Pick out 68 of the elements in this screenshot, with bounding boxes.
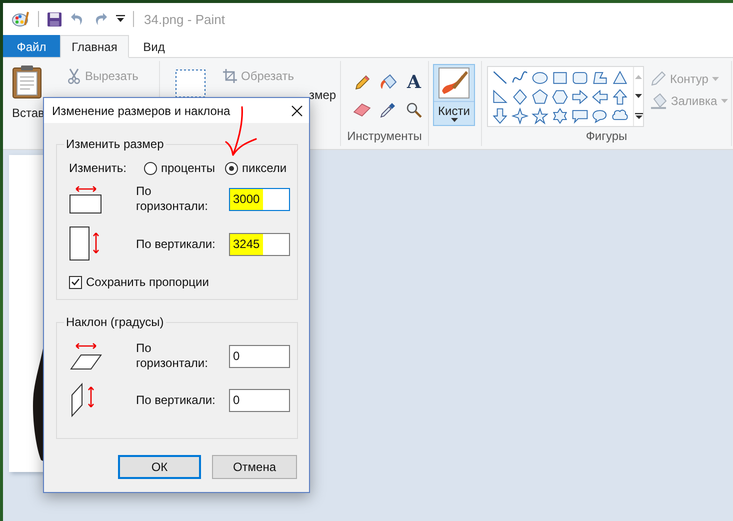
group-label: Фигуры [586,129,628,145]
six-point-star-shape-icon[interactable] [551,106,569,124]
group-label: Инструменты [347,129,422,145]
radio-label[interactable]: пиксели [242,161,287,175]
checkbox-label[interactable]: Сохранить пропорции [86,275,209,289]
brushes-button[interactable]: Кисти [433,64,475,126]
fill-bucket-icon [650,93,667,109]
caret-icon [721,99,728,103]
pencil-icon[interactable] [354,74,370,90]
field-label: По горизонтали: [136,341,209,371]
caret-icon [635,94,642,98]
resize-label[interactable]: змер [309,88,336,102]
eraser-icon[interactable] [353,102,371,116]
paste-label: Встав [12,106,44,120]
five-point-star-shape-icon[interactable] [531,106,549,124]
paint-app-icon[interactable] [12,11,30,27]
check-icon [71,278,80,286]
input-field[interactable]: 0 [229,388,290,412]
hexagon-shape-icon[interactable] [551,88,569,106]
dialog-button[interactable]: ОК [118,455,201,479]
customize-dropdown-icon[interactable] [116,15,125,23]
text-tool-icon[interactable]: A [407,74,421,92]
scissors-icon[interactable] [67,68,81,84]
radio-button[interactable] [225,162,238,174]
expand-gallery-icon[interactable] [634,112,642,118]
undo-icon[interactable] [70,12,85,26]
group-title: Изменить размер [64,137,166,151]
up-arrow-shape-icon[interactable] [611,88,629,106]
resize-horizontal-icon [69,184,103,214]
down-arrow-shape-icon[interactable] [491,106,509,124]
save-icon[interactable] [47,12,62,26]
line-shape-icon[interactable] [491,68,509,86]
checkbox[interactable] [69,276,82,288]
radio-group-label: Изменить: [69,161,128,175]
caret-icon [712,77,720,81]
ribbon-tab[interactable]: Файл [3,35,60,57]
dialog-title: Изменение размеров и наклона [52,104,230,118]
clipboard-icon[interactable] [12,65,42,99]
color-picker-icon[interactable] [380,102,396,118]
brush-icon [438,67,470,99]
close-icon[interactable] [291,104,303,116]
magnifier-icon[interactable] [406,102,422,118]
triangle-shape-icon[interactable] [611,68,629,86]
radio-label[interactable]: проценты [161,161,216,175]
four-point-star-shape-icon[interactable] [511,106,529,124]
pencil-outline-icon [650,71,666,87]
ribbon-tab[interactable]: Главная [60,35,129,58]
window-title: 34.png - Paint [144,12,225,26]
select-icon[interactable] [175,69,206,98]
radio-button[interactable] [144,162,157,174]
diamond-shape-icon[interactable] [511,88,529,106]
field-label: По вертикали: [136,236,216,252]
left-arrow-shape-icon[interactable] [591,88,609,106]
skew-horizontal-icon [69,341,103,371]
caret-icon [450,118,458,122]
right-arrow-shape-icon[interactable] [571,88,589,106]
crop-icon[interactable] [223,69,237,83]
right-triangle-shape-icon[interactable] [491,88,509,106]
pentagon-shape-icon[interactable] [531,88,549,106]
input-field[interactable]: 3000 [229,188,290,210]
fill-bucket-icon[interactable] [379,74,397,91]
input-field[interactable]: 0 [229,344,290,368]
redo-icon[interactable] [93,12,108,26]
input-field[interactable]: 3245 [229,232,290,256]
dialog-button[interactable]: Отмена [212,455,297,479]
group-title: Наклон (градусы) [64,315,166,329]
field-label: По горизонтали: [136,184,209,214]
field-label: По вертикали: [136,392,216,408]
